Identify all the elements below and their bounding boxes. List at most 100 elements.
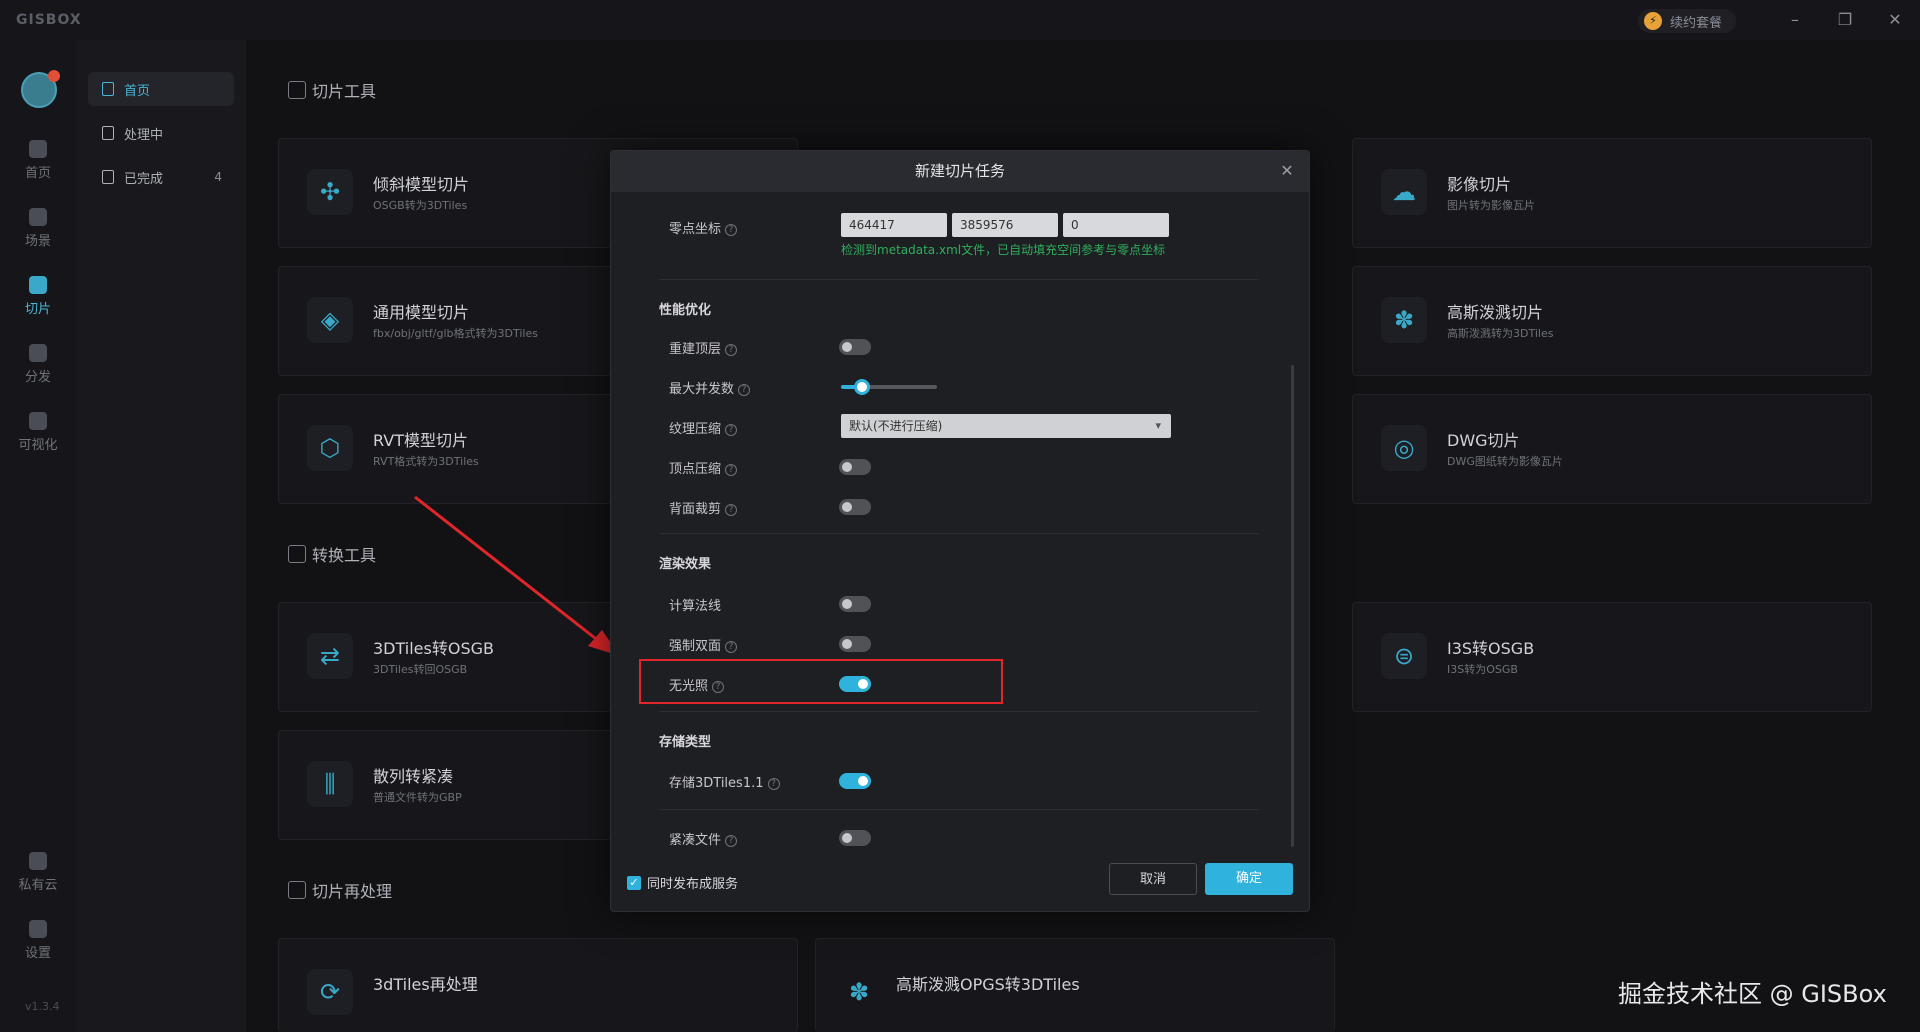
visualize-icon [29,412,47,430]
slider-handle[interactable] [854,379,871,395]
layers-icon: ⊜ [1381,633,1427,679]
cancel-button[interactable]: 取消 [1109,863,1197,895]
card-gaussian-slice[interactable]: ✽ 高斯泼溅切片 高斯泼溅转为3DTiles [1352,266,1872,376]
cloud-icon [29,852,47,870]
help-icon[interactable]: ? [767,778,780,790]
dialog-title: 新建切片任务 [611,151,1309,192]
notification-dot [48,70,60,82]
card-subtitle: RVT格式转为3DTiles [373,455,479,468]
rail-item-label: 可视化 [18,438,58,453]
card-i3s-to-osgb[interactable]: ⊜ I3S转OSGB I3S转为OSGB [1352,602,1872,712]
label-text: 重建顶层 [669,342,722,357]
main-rail: 首页 场景 切片 分发 可视化 私有云 设置 [0,40,76,1032]
tiles11-toggle[interactable] [839,773,871,789]
close-window-button[interactable]: ✕ [1880,8,1910,32]
card-subtitle: DWG图纸转为影像瓦片 [1447,455,1563,468]
card-title: 高斯泼溅OPGS转3DTiles [896,975,1080,994]
help-icon[interactable]: ? [725,224,738,236]
force-double-sided-toggle[interactable] [839,636,871,652]
help-icon[interactable]: ? [725,641,738,653]
rebuild-top-toggle[interactable] [839,339,871,355]
divider [659,711,1259,712]
rail-item-home[interactable]: 首页 [0,140,76,196]
compact-file-toggle[interactable] [839,830,871,846]
perf-heading: 性能优化 [659,303,712,318]
document-icon [102,126,114,140]
help-icon[interactable]: ? [725,835,738,847]
rebuild-top-label: 重建顶层? [669,338,738,357]
watermark: 掘金技术社区 @ GISBox [1618,980,1887,1008]
help-icon[interactable]: ? [725,464,738,476]
label-text: 强制双面 [669,639,722,654]
section-title: 转换工具 [312,546,377,565]
rail-item-label: 私有云 [18,878,58,893]
gear-icon [29,920,47,938]
vertex-compress-label: 顶点压缩? [669,458,738,477]
rail-item-label: 场景 [24,234,51,249]
close-icon[interactable]: ✕ [1279,163,1295,179]
convert-icon [288,545,306,563]
help-icon[interactable]: ? [738,384,751,396]
reprocess-icon: ⟳ [307,969,353,1015]
gaussian-icon: ✽ [848,978,870,1006]
minimize-button[interactable]: – [1780,8,1810,32]
checkbox-checked-icon[interactable]: ✓ [627,875,641,890]
vertex-compress-toggle[interactable] [839,459,871,475]
origin-y-input[interactable] [952,213,1058,237]
sub-nav: 首页 处理中 已完成 4 [76,40,246,1032]
backface-cull-toggle[interactable] [839,499,871,515]
card-title: 高斯泼溅切片 [1447,303,1544,322]
section-slice-tools: 切片工具 [288,78,376,102]
dialog-scrollbar[interactable] [1291,365,1294,847]
swap-icon: ⇄ [307,633,353,679]
origin-x-input[interactable] [841,213,947,237]
backface-cull-label: 背面裁剪? [669,498,738,517]
rail-item-distribute[interactable]: 分发 [0,344,76,400]
cloud-play-icon: ☁ [1381,169,1427,215]
card-title: 倾斜模型切片 [373,175,470,194]
origin-z-input[interactable] [1063,213,1169,237]
renew-plan-label: 续约套餐 [1670,15,1723,31]
restore-button[interactable]: ❐ [1830,8,1860,32]
renew-plan-button[interactable]: ⚡ 续约套餐 [1638,9,1737,33]
card-subtitle: fbx/obj/gltf/glb格式转为3DTiles [373,327,538,340]
card-image-slice[interactable]: ☁ 影像切片 图片转为影像瓦片 [1352,138,1872,248]
cube-icon: ◈ [307,297,353,343]
card-title: DWG切片 [1447,431,1520,450]
label-text: 计算法线 [669,599,722,614]
max-concurrency-slider[interactable] [841,379,937,395]
home-icon [29,140,47,158]
confirm-button[interactable]: 确定 [1205,863,1293,895]
card-title: 3DTiles转OSGB [373,639,494,658]
new-slice-task-dialog: 新建切片任务 ✕ 零点坐标? 检测到metadata.xml文件，已自动填充空间… [610,150,1310,912]
label-text: 存储3DTiles1.1 [669,776,764,791]
subnav-item-completed[interactable]: 已完成 4 [88,160,234,194]
document-icon [102,170,114,184]
rail-item-label: 分发 [24,370,51,385]
version-label: v1.3.4 [25,1000,60,1013]
card-gaussian-opgs[interactable]: ✽ 高斯泼溅OPGS转3DTiles [815,938,1335,1032]
card-3dtiles-reprocess[interactable]: ⟳ 3dTiles再处理 [278,938,798,1032]
scene-icon [29,208,47,226]
subnav-item-home[interactable]: 首页 [88,72,234,106]
render-heading: 渲染效果 [659,557,712,572]
rail-item-visualize[interactable]: 可视化 [0,412,76,468]
help-icon[interactable]: ? [725,504,738,516]
card-title: 3dTiles再处理 [373,975,478,994]
label-text: 纹理压缩 [669,422,722,437]
publish-service-checkbox[interactable]: ✓ 同时发布成服务 [627,873,738,892]
gaussian-icon: ✽ [1381,297,1427,343]
rail-item-settings[interactable]: 设置 [0,920,76,976]
subnav-item-processing[interactable]: 处理中 [88,116,234,150]
compute-normals-toggle[interactable] [839,596,871,612]
card-title: I3S转OSGB [1447,639,1535,658]
rail-item-private-cloud[interactable]: 私有云 [0,852,76,908]
box-icon [288,81,306,99]
help-icon[interactable]: ? [725,344,738,356]
texture-compress-select[interactable]: 默认(不进行压缩) ▾ [841,414,1171,438]
card-dwg-slice[interactable]: ◎ DWG切片 DWG图纸转为影像瓦片 [1352,394,1872,504]
rail-item-scene[interactable]: 场景 [0,208,76,264]
rail-item-slice[interactable]: 切片 [0,276,76,332]
slice-icon [29,276,47,294]
help-icon[interactable]: ? [725,424,738,436]
